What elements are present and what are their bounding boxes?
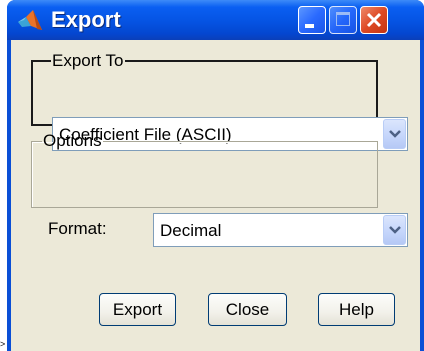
window-title: Export <box>51 7 121 32</box>
format-dropdown-button[interactable] <box>383 215 406 245</box>
export-to-legend: Export To <box>52 51 124 70</box>
options-group: Options <box>31 131 378 208</box>
export-to-dropdown-button[interactable] <box>383 119 406 149</box>
close-icon <box>366 12 382 28</box>
close-window-button[interactable] <box>360 6 388 34</box>
maximize-icon <box>336 12 350 26</box>
export-button[interactable]: Export <box>99 293 176 326</box>
chevron-down-icon <box>389 130 401 138</box>
format-select[interactable]: Decimal <box>153 213 408 247</box>
format-label: Format: <box>48 219 107 238</box>
minimize-button[interactable] <box>298 6 326 34</box>
matlab-icon <box>17 8 43 32</box>
close-button[interactable]: Close <box>208 293 287 326</box>
export-to-group: Export To <box>31 51 378 126</box>
maximize-button[interactable] <box>329 6 357 34</box>
help-button[interactable]: Help <box>318 293 395 326</box>
minimize-icon <box>305 24 314 28</box>
options-legend: Options <box>43 131 102 150</box>
format-value: Decimal <box>160 221 222 240</box>
title-bar[interactable]: Export <box>7 0 424 40</box>
chevron-down-icon <box>389 226 401 234</box>
